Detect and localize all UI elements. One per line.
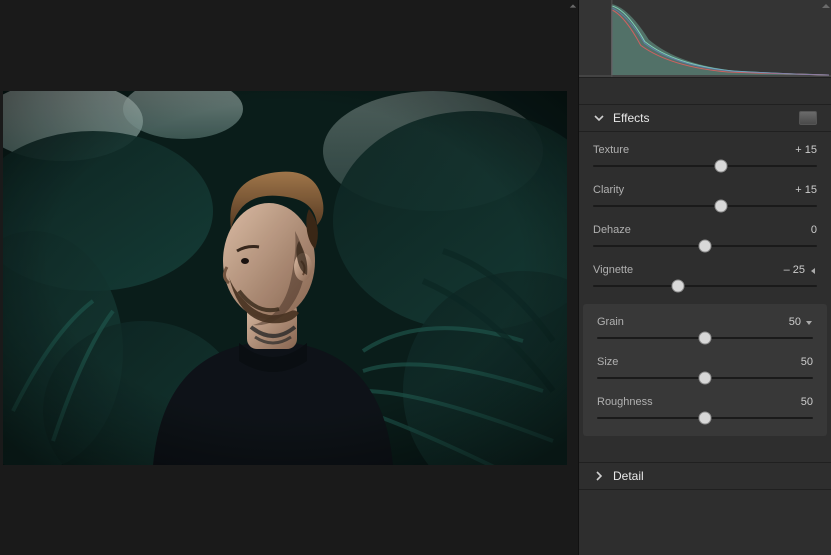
clarity-value[interactable]: + 15 (795, 184, 817, 196)
size-slider-thumb[interactable] (699, 372, 712, 385)
vignette-slider[interactable] (593, 278, 817, 294)
texture-control: Texture + 15 (593, 142, 817, 174)
vignette-slider-thumb[interactable] (672, 280, 685, 293)
roughness-slider-thumb[interactable] (699, 412, 712, 425)
chevron-down-icon (593, 112, 605, 124)
dehaze-control: Dehaze 0 (593, 222, 817, 254)
roughness-slider[interactable] (597, 410, 813, 426)
dehaze-label: Dehaze (593, 224, 631, 236)
vignette-value[interactable]: – 25 (784, 264, 817, 276)
grain-slider[interactable] (597, 330, 813, 346)
grain-group: Grain 50 Size 50 Roughness 50 (583, 304, 827, 436)
texture-value[interactable]: + 15 (795, 144, 817, 156)
size-label: Size (597, 356, 618, 368)
panel-view-toggle[interactable] (799, 111, 817, 125)
vignette-label: Vignette (593, 264, 633, 276)
canvas-scroll-up[interactable] (568, 1, 578, 11)
dehaze-value[interactable]: 0 (811, 224, 817, 236)
clarity-slider-thumb[interactable] (714, 200, 727, 213)
triangle-left-icon[interactable] (809, 266, 817, 274)
image-canvas[interactable] (0, 0, 578, 555)
roughness-value[interactable]: 50 (801, 396, 813, 408)
clarity-control: Clarity + 15 (593, 182, 817, 214)
panel-gap (579, 78, 831, 104)
dehaze-slider-thumb[interactable] (699, 240, 712, 253)
detail-section-header[interactable]: Detail (579, 462, 831, 490)
grain-control: Grain 50 (597, 314, 813, 346)
vignette-control: Vignette – 25 (593, 262, 817, 294)
histogram[interactable] (579, 0, 831, 78)
triangle-down-icon[interactable] (805, 318, 813, 326)
clarity-slider[interactable] (593, 198, 817, 214)
texture-label: Texture (593, 144, 629, 156)
panel-gap-2 (579, 436, 831, 462)
grain-slider-thumb[interactable] (699, 332, 712, 345)
right-panel: Effects Texture + 15 Clarity + 15 Dehaze 0 Vig… (578, 0, 831, 555)
chevron-right-icon (593, 470, 605, 482)
texture-slider[interactable] (593, 158, 817, 174)
clarity-label: Clarity (593, 184, 624, 196)
photo-preview[interactable] (3, 91, 567, 465)
grain-value[interactable]: 50 (789, 316, 813, 328)
dehaze-slider[interactable] (593, 238, 817, 254)
roughness-control: Roughness 50 (597, 394, 813, 426)
detail-title: Detail (613, 469, 817, 483)
size-value[interactable]: 50 (801, 356, 813, 368)
effects-section-header[interactable]: Effects (579, 104, 831, 132)
roughness-label: Roughness (597, 396, 653, 408)
texture-slider-thumb[interactable] (714, 160, 727, 173)
size-control: Size 50 (597, 354, 813, 386)
grain-label: Grain (597, 316, 624, 328)
effects-title: Effects (613, 111, 799, 125)
size-slider[interactable] (597, 370, 813, 386)
effects-controls: Texture + 15 Clarity + 15 Dehaze 0 Vignette – 2… (579, 132, 831, 304)
